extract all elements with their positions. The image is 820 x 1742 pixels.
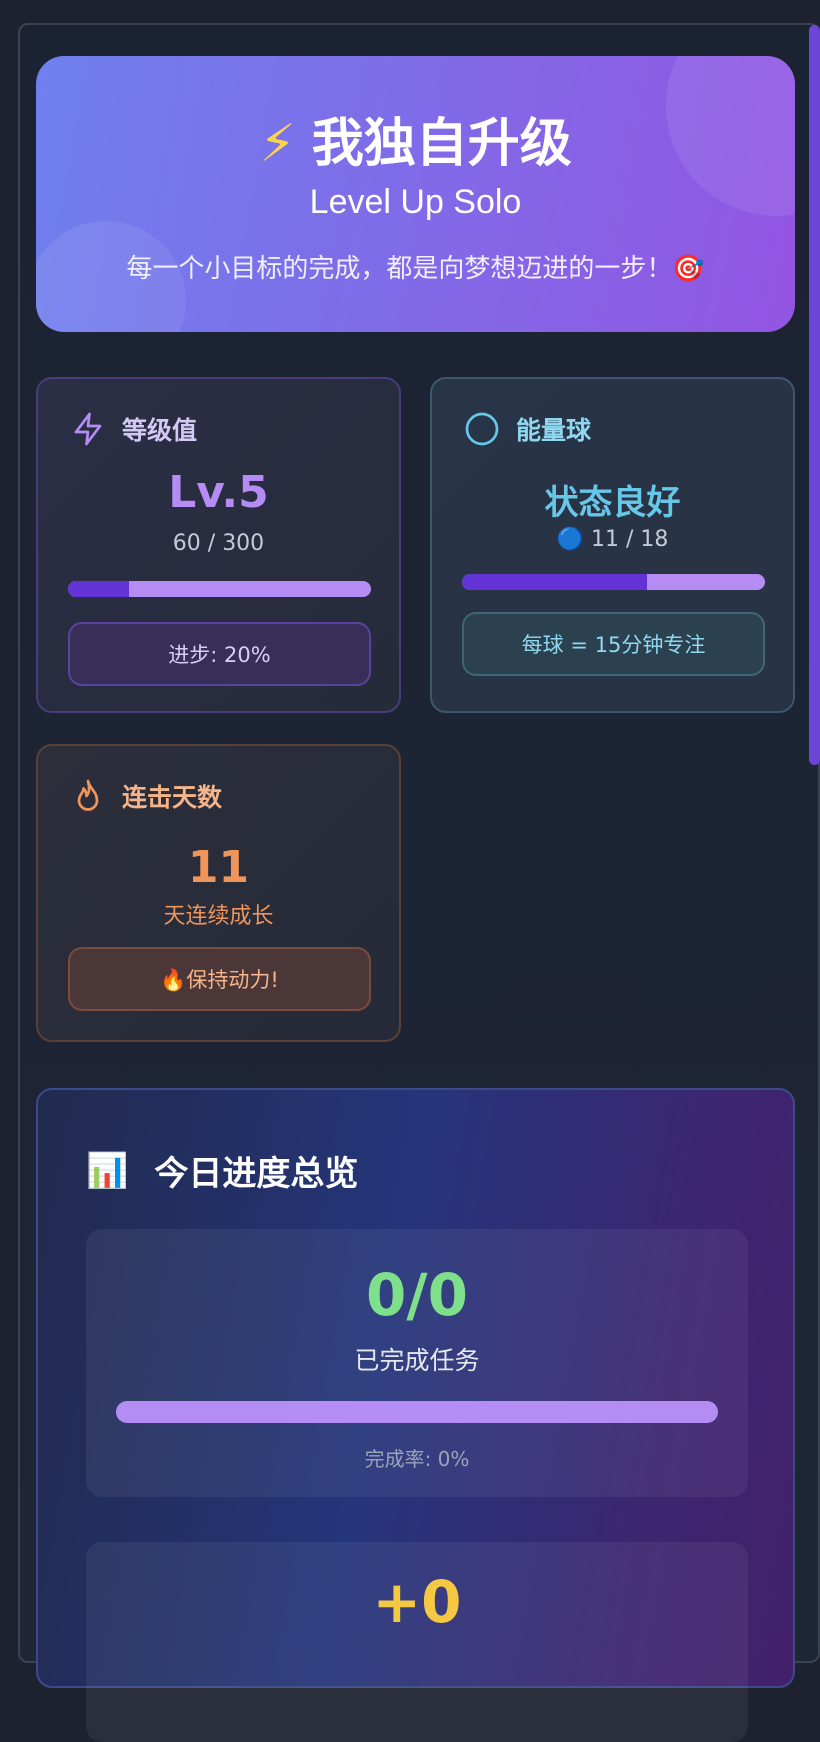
streak-days-label: 天连续成长 (163, 904, 274, 929)
overview-header: 📊 今日进度总览 (86, 1146, 358, 1195)
streak-days: 11 (187, 842, 250, 893)
level-card: 等级值 Lv.5 60 / 300 进步: 20% (36, 377, 401, 713)
bar-chart-icon: 📊 (86, 1150, 129, 1191)
xp-value: 60 / 300 (172, 531, 265, 556)
app-title: ⚡ 我独自升级 (36, 101, 795, 176)
level-card-label: 等级值 (122, 416, 198, 445)
tasks-summary-box: 0/0 已完成任务 完成率: 0% (86, 1229, 748, 1497)
lightning-icon (74, 412, 102, 446)
lightning-icon: ⚡ (259, 114, 296, 174)
level-card-header: 等级值 (70, 409, 197, 449)
level-progress-bar (68, 581, 371, 597)
motto-text: 每一个小目标的完成，都是向梦想迈进的一步！🎯 (126, 254, 705, 284)
streak-card-header: 连击天数 (70, 776, 222, 816)
completion-rate: 完成率: 0% (364, 1447, 470, 1471)
points-summary-box: +0 (86, 1542, 748, 1742)
streak-card-label: 连击天数 (122, 783, 223, 812)
motivation-pill: 🔥保持动力! (68, 947, 371, 1011)
level-progress-pill: 进步: 20% (68, 622, 371, 686)
energy-status: 状态良好 (544, 483, 681, 523)
energy-progress-fill (462, 574, 648, 590)
energy-count: 🔵 11 / 18 (556, 527, 669, 552)
tasks-done-label: 已完成任务 (354, 1346, 480, 1375)
scrollbar-thumb[interactable] (809, 25, 820, 765)
hero-banner: ⚡ 我独自升级 Level Up Solo 每一个小目标的完成，都是向梦想迈进的一… (36, 56, 795, 332)
tasks-done-count: 0/0 (366, 1261, 468, 1329)
energy-progress-bar (462, 574, 765, 590)
level-value: Lv.5 (168, 467, 269, 518)
energy-note-pill: 每球 = 15分钟专注 (462, 612, 765, 676)
flame-icon (77, 779, 99, 811)
energy-card: 能量球 状态良好 🔵 11 / 18 每球 = 15分钟专注 (430, 377, 795, 713)
app-subtitle: Level Up Solo (309, 183, 522, 221)
overview-title: 今日进度总览 (154, 1154, 359, 1194)
circle-icon (465, 412, 499, 446)
app-title-text: 我独自升级 (311, 114, 572, 174)
level-progress-fill (68, 581, 129, 597)
progress-overview-panel: 📊 今日进度总览 0/0 已完成任务 完成率: 0% +0 (36, 1088, 795, 1742)
completion-progress-bar (116, 1401, 718, 1423)
streak-card: 连击天数 11 天连续成长 🔥保持动力! (36, 744, 401, 1042)
energy-card-header: 能量球 (464, 409, 591, 449)
energy-card-label: 能量球 (516, 416, 592, 445)
